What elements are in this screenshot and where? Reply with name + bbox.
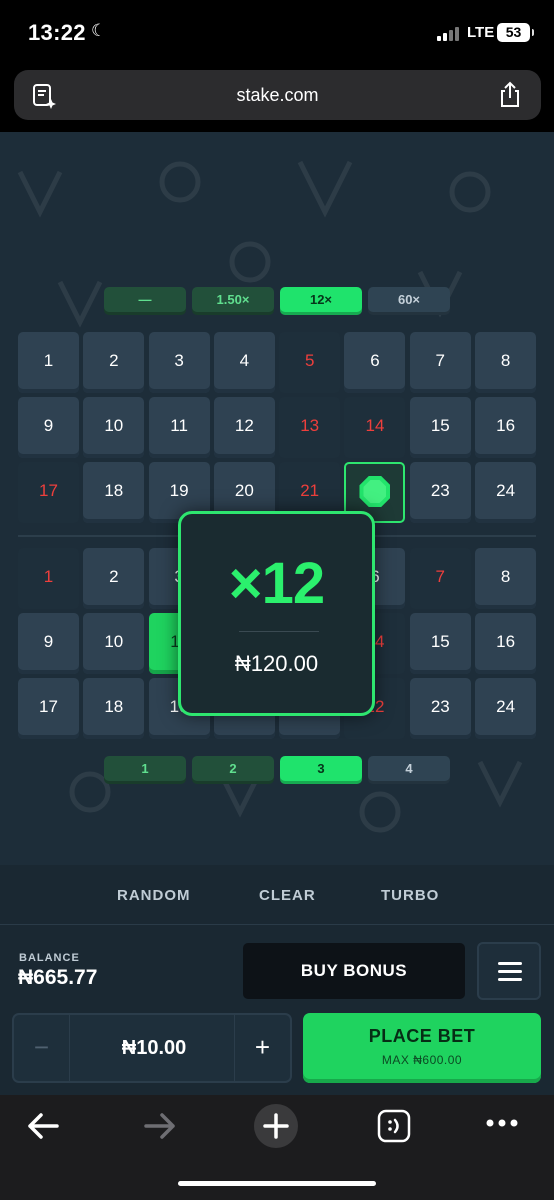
menu-button[interactable]	[477, 942, 541, 1000]
number-tile[interactable]: 2	[83, 332, 145, 393]
number-tile[interactable]: 13	[279, 397, 341, 458]
number-tile[interactable]: 17	[18, 462, 79, 523]
home-indicator	[178, 1181, 376, 1186]
clear-button[interactable]: CLEAR	[259, 887, 316, 904]
turbo-button[interactable]: TURBO	[381, 887, 439, 904]
forward-arrow-icon[interactable]	[143, 1111, 177, 1141]
address-bar[interactable]: stake.com	[14, 70, 541, 120]
number-tile[interactable]: 24	[475, 678, 537, 739]
page-chip-3[interactable]: 3	[280, 756, 362, 784]
more-options-icon[interactable]	[485, 1117, 519, 1129]
win-popup: ×12 ₦120.00	[178, 511, 375, 716]
game-board: — 1.50× 12× 60× 1 2 3 4 5 6 7 8 9 10 11 12 13 14 15 16 1…	[0, 132, 554, 865]
risk-chip-1[interactable]: —	[104, 287, 186, 315]
bet-controls: RANDOM CLEAR TURBO BALANCE ₦665.77 BUY B…	[0, 865, 554, 1095]
number-tile[interactable]: 5	[279, 332, 341, 393]
risk-chip-2[interactable]: 1.50×	[192, 287, 274, 315]
browser-bottom-bar	[0, 1095, 554, 1200]
increase-bet-button[interactable]: +	[234, 1015, 290, 1081]
share-icon[interactable]	[497, 81, 523, 109]
bet-amount-field[interactable]: ₦10.00	[70, 1015, 238, 1081]
max-bet-label: MAX ₦600.00	[381, 1053, 463, 1067]
popup-divider	[239, 631, 319, 632]
browser-toolbar: stake.com	[0, 64, 554, 132]
number-tile[interactable]: 23	[409, 462, 471, 523]
number-tile[interactable]: 8	[475, 548, 537, 609]
number-tile[interactable]: 10	[83, 613, 145, 674]
gem-icon	[359, 476, 391, 507]
back-arrow-icon[interactable]	[26, 1111, 60, 1141]
number-tile[interactable]: 24	[475, 462, 537, 523]
place-bet-label: PLACE BET	[368, 1026, 476, 1046]
place-bet-button[interactable]: PLACE BET MAX ₦600.00	[303, 1013, 541, 1083]
bet-amount-stepper: − ₦10.00 +	[12, 1013, 292, 1083]
moon-icon: ☾	[91, 21, 107, 40]
number-tile[interactable]: 7	[409, 332, 471, 393]
battery-indicator: 53	[497, 23, 534, 42]
risk-chip-3[interactable]: 12×	[280, 287, 362, 315]
status-time: 13:22	[28, 20, 86, 45]
random-button[interactable]: RANDOM	[117, 887, 191, 904]
number-tile[interactable]: 17	[18, 678, 79, 739]
page-chip-4[interactable]: 4	[368, 756, 450, 784]
number-tile[interactable]: 2	[83, 548, 145, 609]
number-tile[interactable]: 6	[344, 332, 406, 393]
number-tile[interactable]: 14	[344, 397, 406, 458]
risk-selector: — 1.50× 12× 60×	[104, 287, 450, 315]
number-tile[interactable]: 11	[148, 397, 210, 458]
number-tile[interactable]: 10	[83, 397, 145, 458]
risk-chip-4[interactable]: 60×	[368, 287, 450, 315]
controls-divider	[0, 924, 554, 925]
board-pager: 1 2 3 4	[104, 756, 450, 784]
balance-value: ₦665.77	[18, 966, 98, 989]
new-tab-icon[interactable]	[253, 1103, 299, 1149]
number-tile[interactable]: 8	[475, 332, 537, 393]
balance-label: BALANCE	[19, 952, 80, 964]
number-tile[interactable]: 18	[83, 462, 145, 523]
number-tile[interactable]: 4	[213, 332, 275, 393]
hamburger-icon	[498, 962, 522, 965]
win-multiplier: ×12	[228, 551, 325, 616]
url-text: stake.com	[236, 85, 319, 105]
number-tile[interactable]: 9	[18, 613, 79, 674]
buy-bonus-button[interactable]: BUY BONUS	[243, 943, 465, 999]
number-tile[interactable]: 15	[409, 397, 471, 458]
number-tile[interactable]: 9	[18, 397, 79, 458]
tabs-icon[interactable]	[377, 1109, 411, 1143]
network-label: LTE	[467, 24, 495, 41]
number-grid-top: 1 2 3 4 5 6 7 8 9 10 11 12 13 14 15 16 17 18 19 20 21 23 24	[18, 332, 537, 523]
number-tile[interactable]: 3	[148, 332, 210, 393]
number-tile[interactable]: 15	[409, 613, 471, 674]
win-amount: ₦120.00	[234, 651, 319, 676]
number-tile[interactable]: 7	[409, 548, 471, 609]
number-tile[interactable]: 16	[475, 613, 537, 674]
number-tile[interactable]: 1	[18, 548, 79, 609]
decrease-bet-button[interactable]: −	[14, 1015, 70, 1081]
number-tile[interactable]: 23	[409, 678, 471, 739]
signal-icon	[437, 27, 463, 41]
page-chip-1[interactable]: 1	[104, 756, 186, 784]
number-tile[interactable]: 16	[475, 397, 537, 458]
number-tile[interactable]: 18	[83, 678, 145, 739]
page-chip-2[interactable]: 2	[192, 756, 274, 784]
number-tile[interactable]: 1	[18, 332, 79, 393]
number-tile[interactable]: 12	[213, 397, 275, 458]
status-bar: 13:22 ☾ LTE 53	[0, 0, 554, 64]
